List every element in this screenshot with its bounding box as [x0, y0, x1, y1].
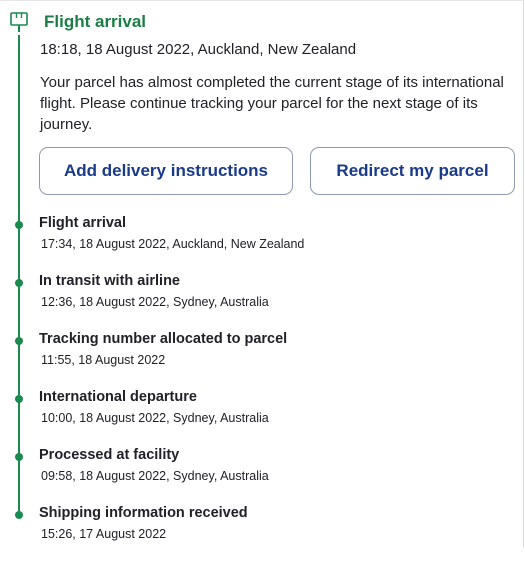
parcel-box-icon — [10, 12, 28, 32]
event-title: In transit with airline — [39, 273, 180, 289]
add-delivery-instructions-button[interactable]: Add delivery instructions — [39, 147, 293, 195]
event-detail: 10:00, 18 August 2022, Sydney, Australia — [41, 411, 269, 425]
event-title: Flight arrival — [39, 215, 127, 231]
timeline-dot-icon — [15, 279, 23, 287]
tracking-event-list: Flight arrival 17:34, 18 August 2022, Au… — [0, 214, 525, 562]
event-detail: 11:55, 18 August 2022 — [41, 353, 166, 367]
timeline-dot-icon — [15, 221, 23, 229]
event-title: Shipping information received — [39, 505, 248, 521]
timeline-dot-icon — [15, 511, 23, 519]
event-title: Processed at facility — [39, 447, 180, 463]
event-detail: 12:36, 18 August 2022, Sydney, Australia — [41, 295, 269, 309]
tracking-event: In transit with airline 12:36, 18 August… — [0, 272, 525, 330]
tracking-event: Flight arrival 17:34, 18 August 2022, Au… — [0, 214, 525, 272]
current-status-description: Your parcel has almost completed the cur… — [40, 74, 504, 133]
event-detail: 09:58, 18 August 2022, Sydney, Australia — [41, 469, 269, 483]
tracking-panel: Flight arrival 18:18, 18 August 2022, Au… — [0, 0, 524, 547]
tracking-event: International departure 10:00, 18 August… — [0, 388, 525, 446]
timeline-dot-icon — [15, 453, 23, 461]
timeline-dot-icon — [15, 337, 23, 345]
tracking-event: Shipping information received 15:26, 17 … — [0, 504, 525, 562]
tracking-event: Tracking number allocated to parcel 11:5… — [0, 330, 525, 388]
event-detail: 17:34, 18 August 2022, Auckland, New Zea… — [41, 237, 305, 251]
current-status-title: Flight arrival — [44, 12, 147, 31]
tracking-event: Processed at facility 09:58, 18 August 2… — [0, 446, 525, 504]
redirect-parcel-button[interactable]: Redirect my parcel — [310, 147, 515, 195]
current-status-datetime: 18:18, 18 August 2022, Auckland, New Zea… — [40, 41, 357, 58]
event-detail: 15:26, 17 August 2022 — [41, 527, 167, 541]
timeline-dot-icon — [15, 395, 23, 403]
event-title: International departure — [39, 389, 197, 405]
event-title: Tracking number allocated to parcel — [39, 331, 288, 347]
